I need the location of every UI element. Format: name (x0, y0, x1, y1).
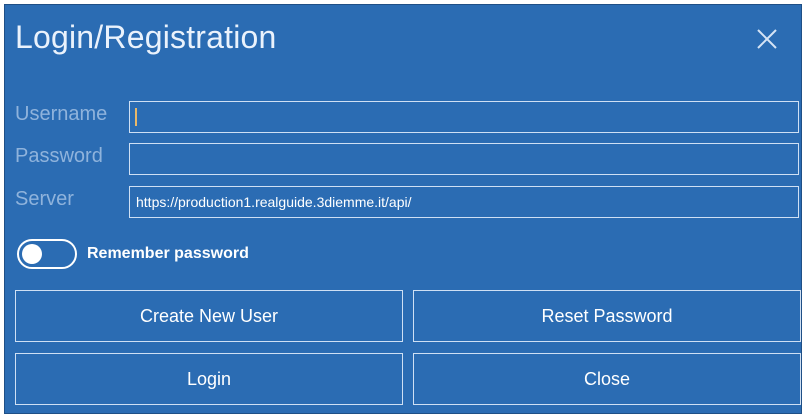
remember-password-toggle[interactable] (17, 239, 77, 269)
password-input[interactable] (129, 143, 799, 175)
password-label: Password (15, 145, 103, 167)
remember-password-label: Remember password (87, 245, 249, 262)
close-icon[interactable] (753, 25, 781, 53)
server-label: Server (15, 188, 74, 210)
reset-password-button[interactable]: Reset Password (413, 290, 801, 342)
username-row: Username (15, 101, 801, 133)
login-button[interactable]: Login (15, 353, 403, 405)
username-input[interactable] (129, 101, 799, 133)
toggle-knob (22, 244, 42, 264)
text-caret (135, 108, 137, 126)
dialog-title: Login/Registration (15, 19, 277, 55)
login-dialog: Login/Registration Username Password Ser… (4, 4, 802, 414)
server-row: Server (15, 186, 801, 218)
create-new-user-button[interactable]: Create New User (15, 290, 403, 342)
close-button[interactable]: Close (413, 353, 801, 405)
username-label: Username (15, 103, 108, 125)
server-input[interactable] (129, 186, 799, 218)
password-row: Password (15, 143, 801, 175)
